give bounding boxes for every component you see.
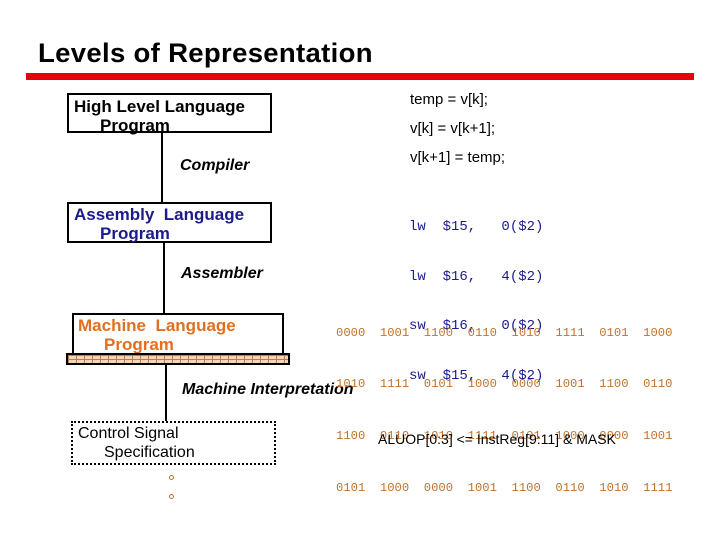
control-signal-box: Control Signal Specification [71, 421, 276, 465]
assembly-language-box: Assembly Language Program [67, 202, 272, 243]
assembly-language-label: Assembly Language Program [69, 204, 270, 243]
assembly-line1: Assembly Language [74, 205, 245, 224]
high-level-line2: Program [100, 116, 170, 135]
title-underline [26, 73, 694, 80]
compiler-label: Compiler [180, 157, 250, 174]
machine-box-brick-base [66, 353, 290, 365]
high-level-language-label: High Level Language Program [69, 95, 270, 135]
connector-line [161, 133, 163, 202]
connector-line [163, 243, 165, 313]
machine-code-line: 0000 1001 1100 0110 1010 1111 0101 1000 [336, 325, 673, 340]
machine-code-line: 1010 1111 0101 1000 0000 1001 1100 0110 [336, 377, 673, 392]
assembly-line2: Program [100, 224, 170, 243]
control-spec-text: ALUOP[0:3] <= InstReg[9:11] & MASK [378, 431, 616, 447]
machine-language-box: Machine Language Program [72, 313, 284, 355]
connector-line [165, 365, 167, 422]
machine-line2: Program [104, 335, 174, 354]
asm-code-line: lw $15, 0($2) [409, 219, 544, 235]
machine-code-line: 0101 1000 0000 1001 1100 0110 1010 1111 [336, 481, 673, 496]
machine-line1: Machine Language [78, 316, 236, 335]
ellipsis-dot [169, 475, 174, 480]
control-line1: Control Signal [78, 425, 179, 442]
ellipsis-dot [169, 494, 174, 499]
hl-code-line: v[k] = v[k+1]; [410, 120, 496, 137]
control-line2: Specification [104, 444, 195, 461]
machine-interpretation-label: Machine Interpretation [182, 381, 354, 398]
machine-language-label: Machine Language Program [74, 315, 282, 354]
high-level-language-box: High Level Language Program [67, 93, 272, 135]
slide-title: Levels of Representation [38, 38, 373, 68]
machine-code-block: 0000 1001 1100 0110 1010 1111 0101 1000 … [336, 290, 672, 515]
hl-code-line: temp = v[k]; [410, 91, 488, 108]
control-signal-label: Control Signal Specification [73, 423, 274, 462]
high-level-line1: High Level Language [74, 97, 245, 116]
assembler-label: Assembler [181, 265, 263, 282]
asm-code-line: lw $16, 4($2) [409, 268, 544, 285]
hl-code-line: v[k+1] = temp; [410, 149, 506, 166]
